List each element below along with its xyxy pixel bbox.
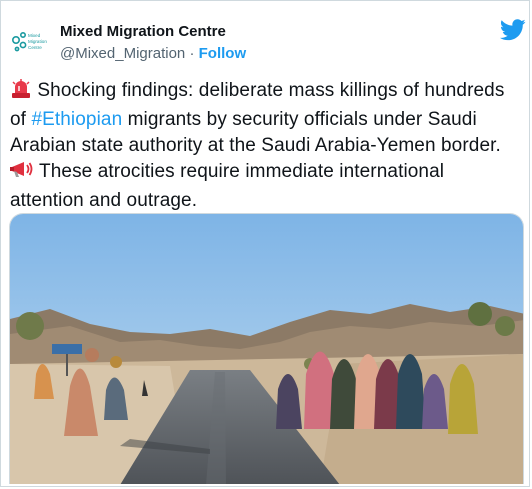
tweet-text-part-3: These atrocities require immediate inter…: [10, 161, 445, 211]
follow-button[interactable]: Follow: [199, 45, 247, 62]
tweet-photo[interactable]: [9, 213, 524, 484]
tweet-text: Shocking findings: deliberate mass killi…: [10, 78, 522, 214]
avatar-logo-line-1: Mixed: [28, 33, 41, 38]
twitter-bird-icon[interactable]: [499, 19, 526, 41]
hashtag-ethiopian[interactable]: #Ethiopian: [31, 109, 122, 130]
migrants-road-photo: [10, 214, 523, 484]
avatar[interactable]: Mixed Migration Centre: [8, 21, 54, 67]
tweet-header: Mixed Migration Centre Mixed Migration C…: [8, 19, 526, 67]
avatar-logo-line-2: Migration: [28, 39, 47, 44]
author-names: Mixed Migration Centre @Mixed_Migration …: [60, 23, 246, 64]
tweet-card: Mixed Migration Centre Mixed Migration C…: [0, 0, 530, 487]
author-handle[interactable]: @Mixed_Migration: [60, 45, 185, 62]
police-light-icon: [10, 79, 32, 107]
author-handle-row: @Mixed_Migration · Follow: [60, 44, 246, 64]
avatar-logo-line-3: Centre: [28, 45, 42, 50]
megaphone-icon: [10, 160, 34, 188]
separator-dot: ·: [189, 45, 195, 62]
author-display-name[interactable]: Mixed Migration Centre: [60, 23, 246, 41]
mmc-logo-icon: Mixed Migration Centre: [8, 21, 54, 67]
